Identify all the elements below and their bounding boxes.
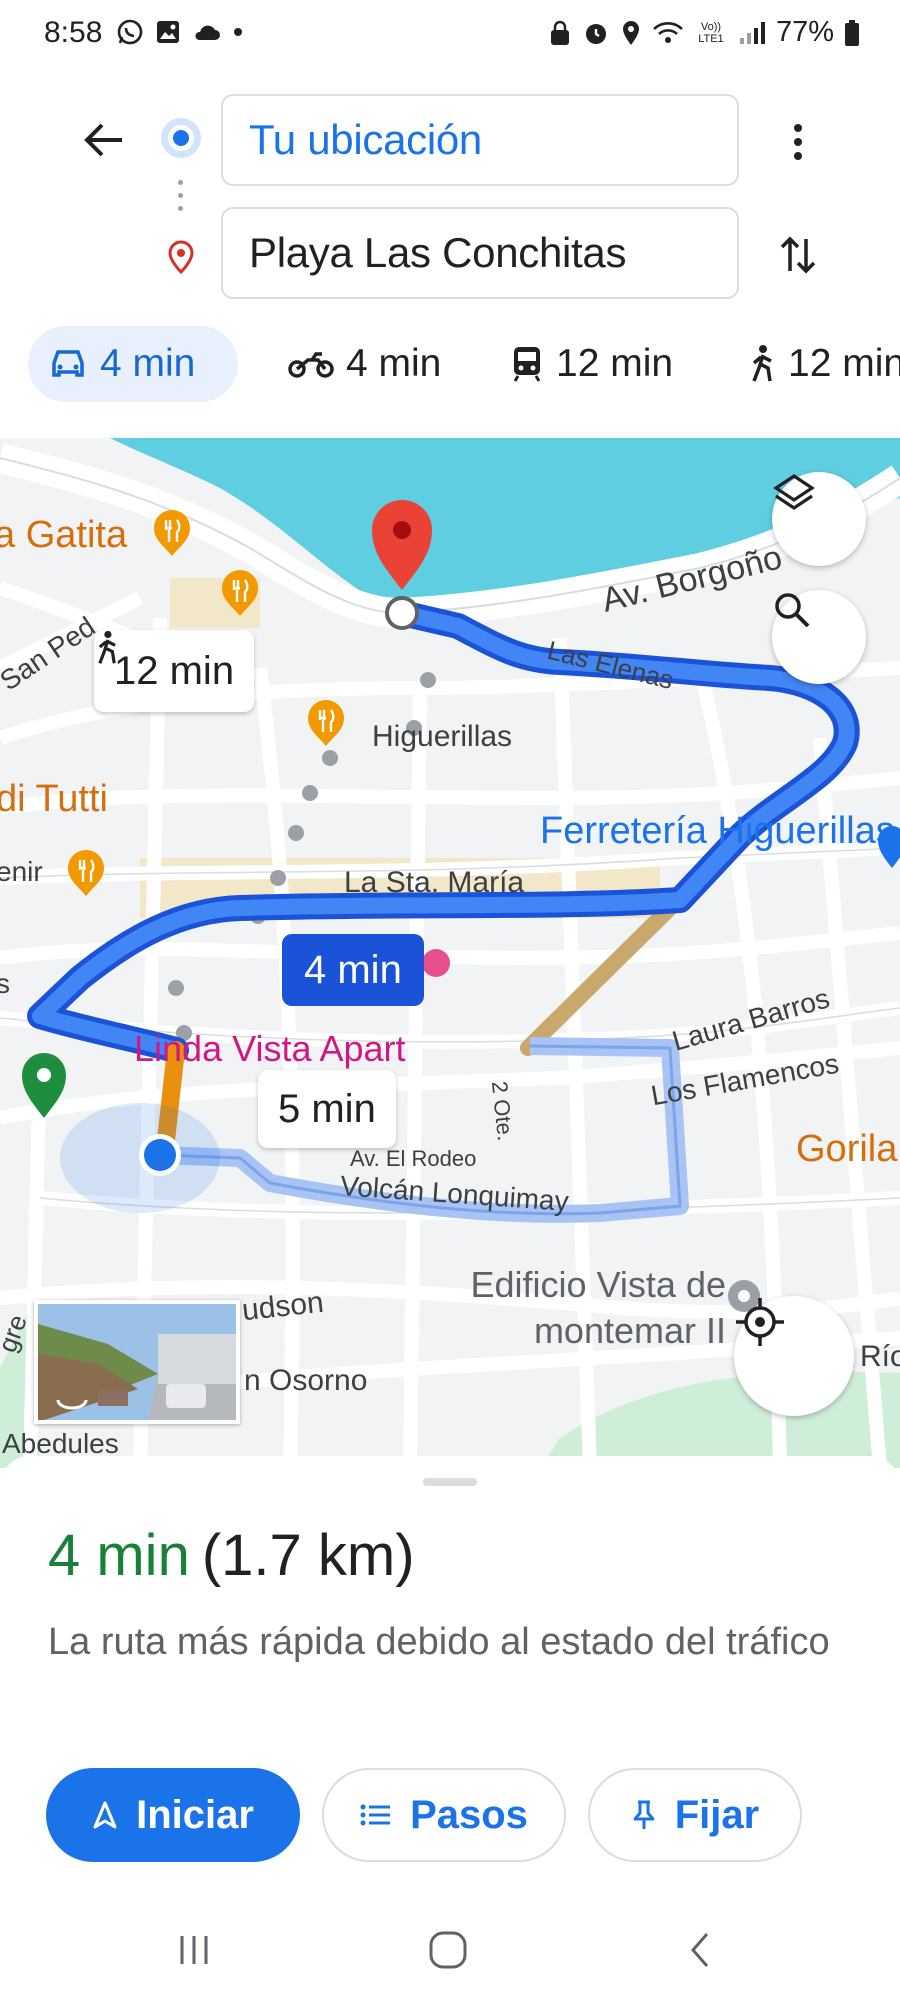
street-view-image	[38, 1304, 236, 1420]
more-vert-icon	[794, 124, 802, 160]
origin-field[interactable]: Tu ubicación	[221, 94, 739, 186]
arrow-back-icon	[84, 123, 122, 157]
more-options-button[interactable]	[772, 116, 824, 168]
start-button[interactable]: Iniciar	[46, 1768, 300, 1862]
route-summary: 4 min (1.7 km)	[48, 1522, 415, 1589]
route-reason: La ruta más rápida debido al estado del …	[48, 1621, 830, 1663]
tab-walk[interactable]: 12 min	[728, 326, 900, 402]
alt-route-callout[interactable]: 5 min	[258, 1070, 396, 1148]
tab-transit-label: 12 min	[556, 342, 674, 385]
tab-walk-label: 12 min	[788, 342, 900, 385]
pin-button[interactable]: Fijar	[588, 1768, 802, 1862]
restaurant-icon[interactable]	[304, 698, 348, 748]
walk-time-label: 12 min	[114, 648, 235, 693]
layers-button[interactable]	[772, 472, 866, 566]
route-distance: (1.7 km)	[201, 1523, 415, 1588]
street-label-osorno: n Osorno	[244, 1364, 368, 1397]
pin-button-label: Fijar	[674, 1792, 760, 1837]
map-view[interactable]: a Gatita Av. Borgoño San Ped Las Elenas …	[0, 438, 900, 1468]
place-label-gorila: Gorila	[796, 1128, 898, 1170]
tab-motorcycle[interactable]: 4 min	[268, 326, 461, 402]
walk-icon	[98, 630, 116, 664]
route-time-callout[interactable]: 4 min	[282, 934, 424, 1006]
place-label-s-edge: s	[0, 968, 10, 999]
alt-route-label: 5 min	[278, 1086, 376, 1131]
directions-header: Tu ubicación Playa Las Conchitas	[0, 0, 900, 299]
pin-icon	[633, 1800, 655, 1829]
place-label-gatita: a Gatita	[0, 514, 128, 556]
tab-motorcycle-label: 4 min	[346, 342, 442, 385]
home-button[interactable]	[418, 1920, 478, 1980]
recent-apps-button[interactable]	[164, 1920, 224, 1980]
drag-handle[interactable]	[423, 1478, 477, 1486]
origin-dot-icon	[168, 125, 194, 151]
place-label-di-tutti: di Tutti	[0, 778, 108, 820]
search-along-route-button[interactable]	[772, 590, 866, 684]
tab-car[interactable]: 4 min	[28, 326, 238, 402]
street-label-la-sta-maria: La Sta. María	[344, 866, 525, 899]
restaurant-icon[interactable]	[64, 848, 108, 898]
layers-icon	[773, 474, 815, 510]
swap-button[interactable]	[772, 225, 824, 285]
back-button[interactable]	[68, 104, 140, 176]
chevron-left-icon	[691, 1933, 709, 1967]
restaurant-icon[interactable]	[150, 508, 194, 558]
list-icon	[360, 1804, 391, 1826]
motorcycle-icon	[288, 352, 334, 378]
my-location-icon	[736, 1298, 784, 1346]
home-icon	[429, 1931, 467, 1969]
street-label-rio: Río	[860, 1340, 900, 1373]
train-icon	[513, 347, 541, 382]
route-actions: Iniciar Pasos Fijar	[46, 1768, 802, 1862]
start-button-label: Iniciar	[136, 1792, 254, 1837]
search-icon	[775, 593, 810, 628]
walk-time-callout[interactable]: 12 min	[94, 630, 255, 712]
my-location-button[interactable]	[734, 1296, 854, 1416]
street-label-higuerillas: Higuerillas	[372, 720, 513, 753]
car-icon	[52, 350, 84, 377]
street-view-thumbnail[interactable]	[34, 1300, 240, 1424]
swap-vert-icon	[780, 236, 816, 274]
restaurant-icon[interactable]	[218, 568, 262, 618]
destination-pin-icon	[164, 240, 198, 274]
place-label-enir: enir	[0, 856, 43, 887]
destination-field[interactable]: Playa Las Conchitas	[221, 207, 739, 299]
place-label-linda-vista: Linda Vista Apart	[134, 1028, 406, 1069]
walk-icon	[752, 345, 772, 382]
steps-button-label: Pasos	[410, 1792, 528, 1837]
navigation-icon	[93, 1801, 117, 1829]
place-label-ferreteria: Ferretería Higuerillas	[540, 810, 895, 852]
steps-button[interactable]: Pasos	[322, 1768, 566, 1862]
route-duration: 4 min	[48, 1523, 190, 1588]
tab-car-label: 4 min	[100, 342, 196, 385]
tab-transit[interactable]: 12 min	[490, 326, 693, 402]
system-nav-bar	[0, 1900, 900, 2000]
place-label-edificio-vista: Edificio Vista de montemar II	[470, 1264, 726, 1351]
recents-icon	[180, 1936, 208, 1964]
street-label-av-el-rodeo: Av. El Rodeo	[350, 1146, 477, 1171]
route-connector	[178, 180, 184, 226]
travel-mode-tabs: 4 min 4 min 12 min 12 min	[28, 326, 900, 406]
route-time-label: 4 min	[304, 947, 402, 992]
back-nav-button[interactable]	[670, 1920, 730, 1980]
